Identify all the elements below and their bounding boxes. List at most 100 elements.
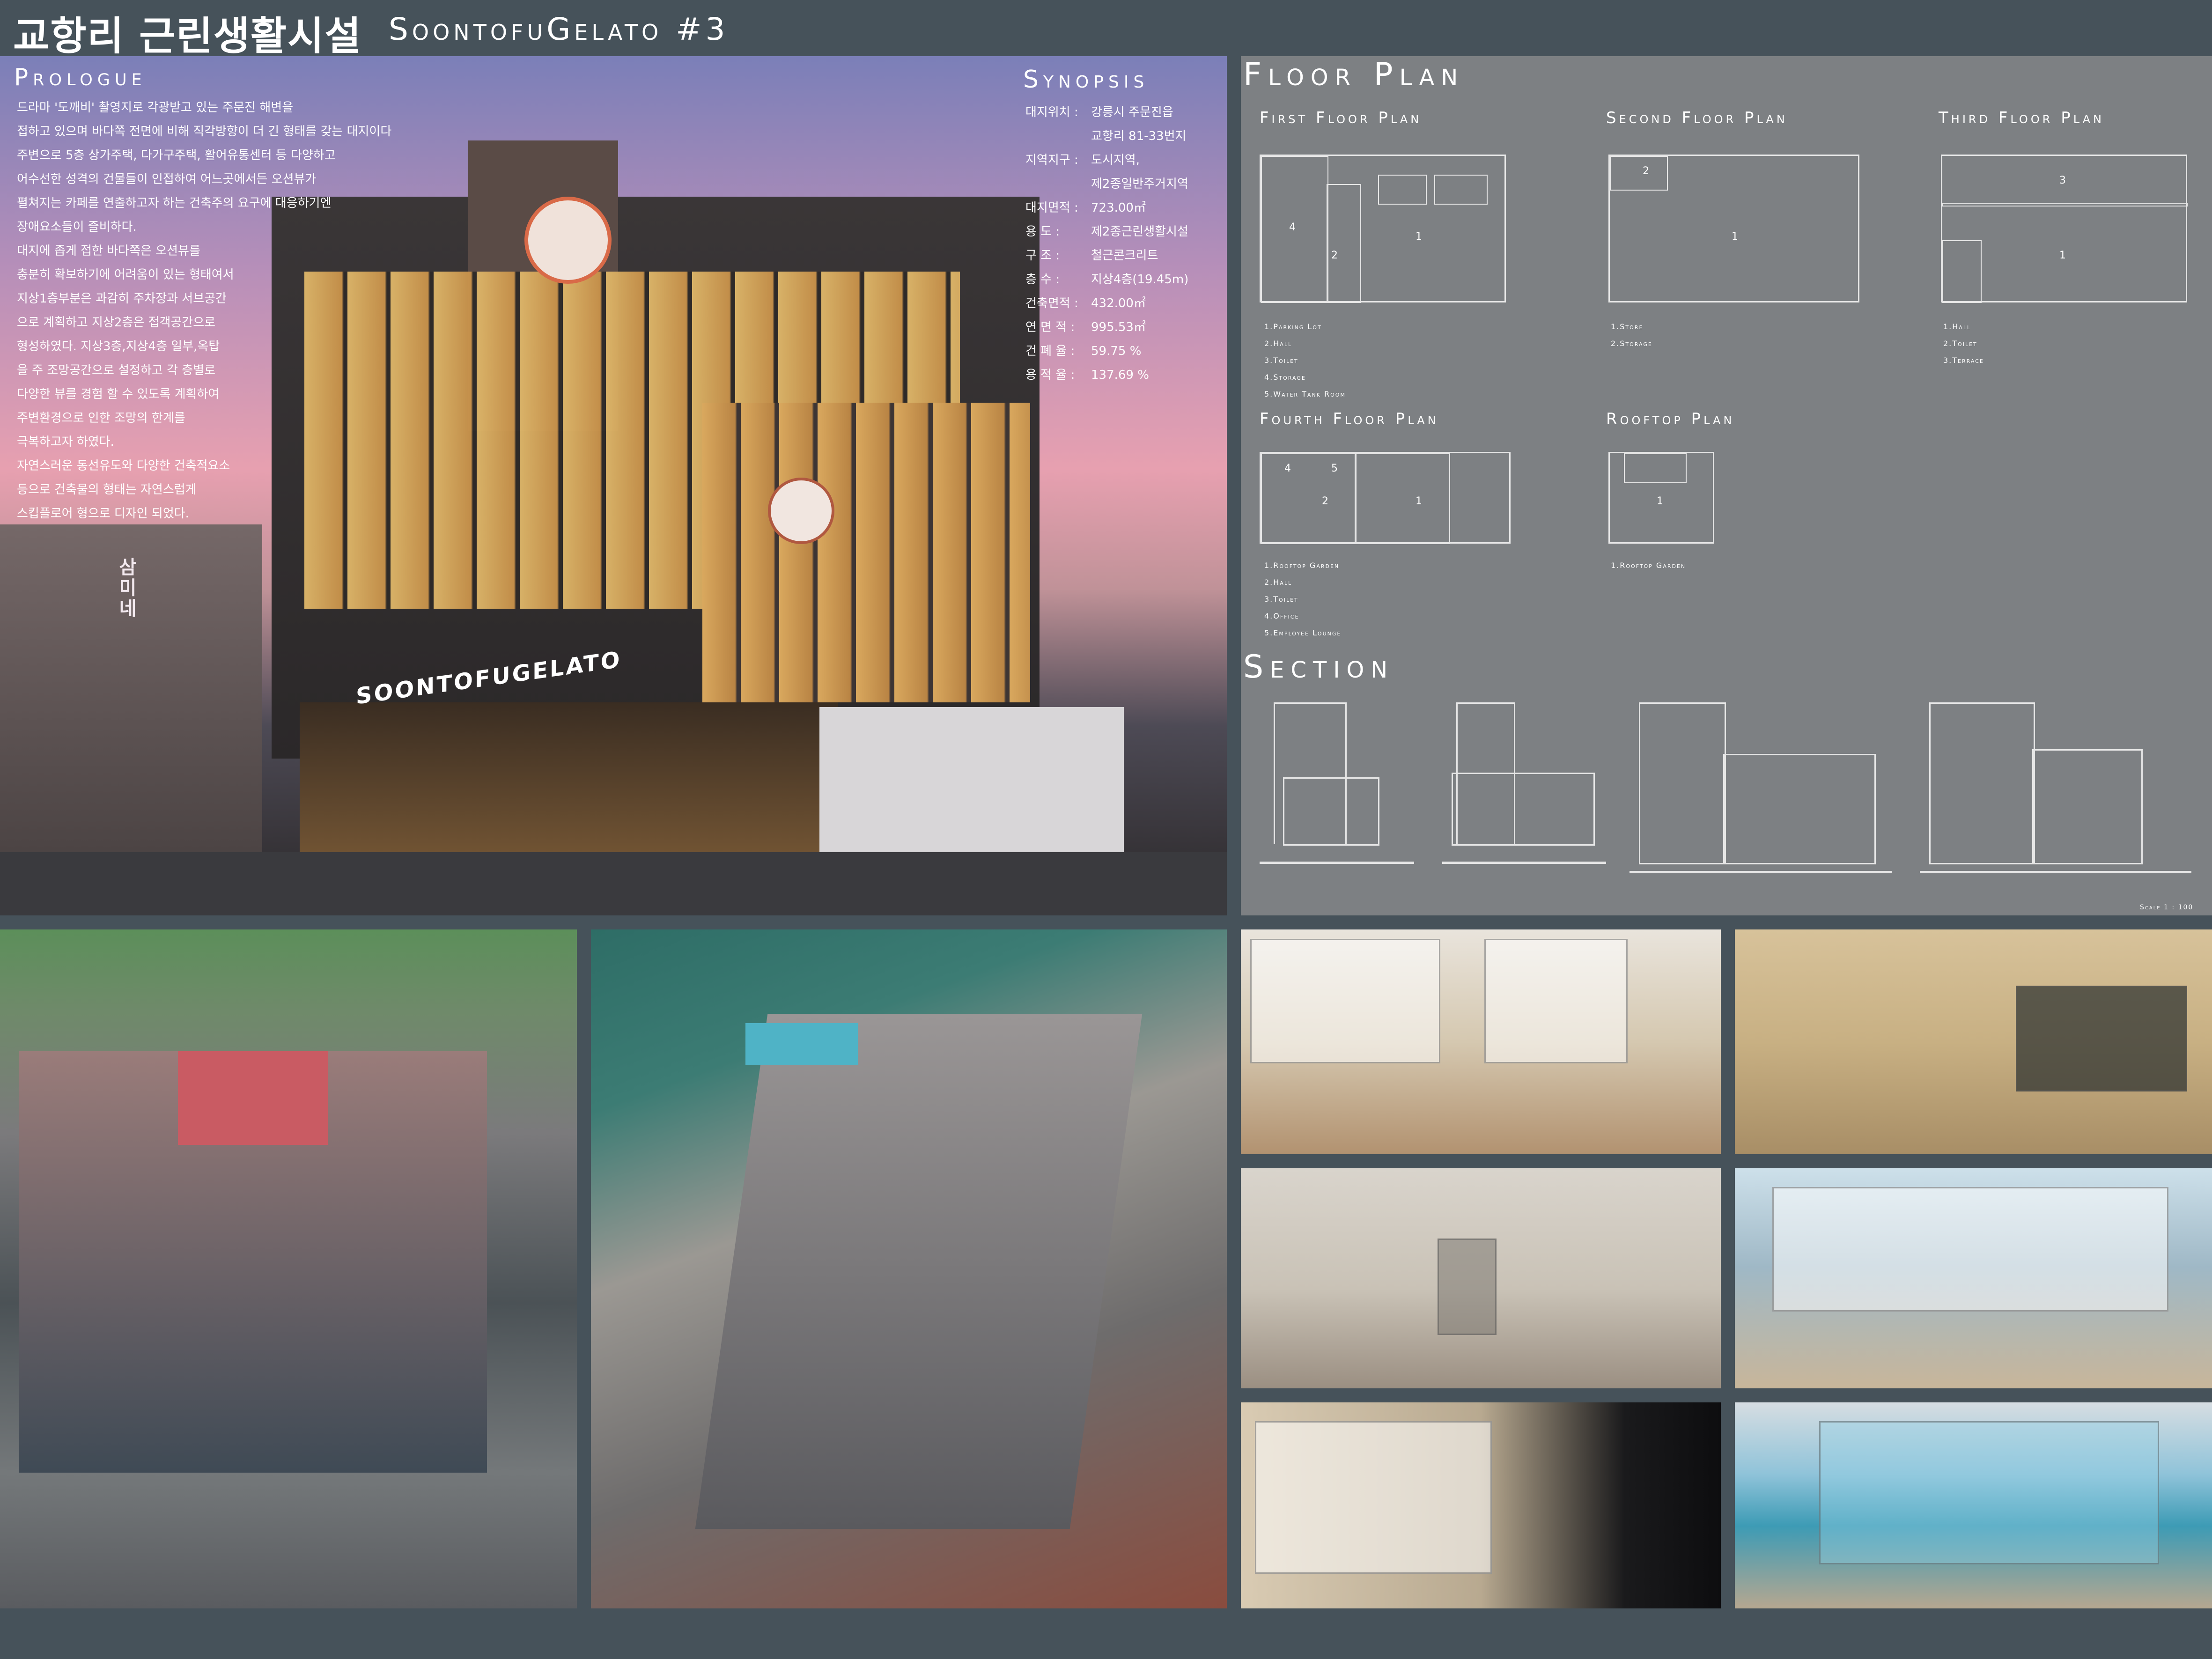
first-floor-title: First Floor Plan [1260, 109, 1422, 127]
synopsis-row: 구 조 : 철근콘크리트 [1025, 244, 1222, 268]
synopsis-key: 대지면적 : [1025, 201, 1078, 215]
synopsis-key: 층 수 : [1025, 273, 1060, 287]
synopsis-key [1025, 172, 1091, 196]
section-drawing [1452, 773, 1595, 846]
aerial-photo-top [591, 929, 1227, 1608]
fourth-floor-title: Fourth Floor Plan [1260, 410, 1439, 428]
plan-room [1327, 184, 1361, 303]
synopsis-key: 건축면적 : [1025, 296, 1078, 310]
legend-item: 2.Storage [1611, 339, 1652, 348]
prologue-line: 어수선한 성격의 건물들이 인접하여 어느곳에서든 오션뷰가 [17, 172, 317, 186]
synopsis-key: 용 도 : [1025, 225, 1060, 239]
prologue-line: 으로 계획하고 지상2층은 접객공간으로 [17, 316, 216, 330]
synopsis-key: 대지위치 : [1025, 105, 1078, 119]
third-floor-legend: 1.Hall 2.Toilet 3.Terrace [1943, 318, 1984, 369]
floor-plan-heading: Floor Plan [1243, 56, 1465, 93]
legend-item: 4.Storage [1264, 373, 1306, 382]
synopsis-row: 대지위치 : 강릉시 주문진읍 [1025, 101, 1222, 125]
legend-item: 3.Terrace [1943, 356, 1984, 365]
prologue-line: 주변환경으로 인한 조망의 한계를 [17, 411, 185, 425]
prologue-line: 극복하고자 하였다. [17, 435, 114, 449]
prologue-line: 형성하였다. 지상3층,지상4층 일부,옥탑 [17, 339, 220, 354]
plan-room [1434, 175, 1488, 205]
legend-item: 1.Parking Lot [1264, 322, 1322, 331]
prologue-line: 을 주 조망공간으로 설정하고 각 층별로 [17, 363, 216, 377]
legend-item: 4.Office [1264, 612, 1299, 620]
synopsis-key: 건 폐 율 : [1025, 344, 1075, 358]
prologue-line: 등으로 건축물의 형태는 자연스럽게 [17, 483, 197, 497]
synopsis-row: 대지면적 : 723.00㎡ [1025, 196, 1222, 220]
synopsis-value: 137.69 % [1091, 368, 1149, 382]
legend-item: 1.Hall [1943, 322, 1971, 331]
legend-item: 2.Hall [1264, 339, 1292, 348]
plan-room [1261, 453, 1357, 544]
street [0, 852, 1227, 915]
prologue-line: 드라마 '도깨비' 촬영지로 각광받고 있는 주문진 해변을 [17, 101, 294, 115]
page-subtitle: SoontofuGelato #3 [389, 11, 729, 47]
rooftop-legend: 1.Rooftop Garden [1611, 557, 1686, 574]
rooftop-title: Rooftop Plan [1606, 410, 1735, 428]
synopsis-table: 대지위치 : 강릉시 주문진읍 교항리 81-33번지 지역지구 : 도시지역, 제… [1025, 101, 1222, 387]
section-heading: Section [1243, 649, 1394, 686]
rooftop-plan: 1 [1608, 452, 1714, 544]
plan-room [1942, 203, 2188, 206]
synopsis-value: 지상4층(19.45m) [1091, 273, 1189, 287]
third-floor-title: Third Floor Plan [1939, 109, 2104, 127]
interior-photo-ocean-view [1735, 1168, 2212, 1388]
first-floor-plan: 4 2 1 [1260, 155, 1506, 303]
interior-photo-store [1735, 929, 2212, 1154]
section-ground [1442, 862, 1606, 864]
legend-item: 1.Rooftop Garden [1611, 561, 1686, 570]
legend-item: 3.Toilet [1264, 595, 1298, 604]
synopsis-value: 교항리 81-33번지 [1091, 129, 1187, 143]
synopsis-value: 723.00㎡ [1091, 201, 1146, 215]
second-floor-title: Second Floor Plan [1606, 109, 1788, 127]
prologue-line: 접하고 있으며 바다쪽 전면에 비해 직각방향이 더 긴 형태를 갖는 대지이다 [17, 125, 392, 139]
synopsis-row: 건 폐 율 : 59.75 % [1025, 339, 1222, 363]
synopsis-value: 995.53㎡ [1091, 320, 1146, 334]
synopsis-value: 철근콘크리트 [1091, 249, 1158, 263]
second-floor-legend: 1.Store 2.Storage [1611, 318, 1652, 352]
synopsis-value: 제2종일반주거지역 [1091, 177, 1188, 191]
plan-room [1355, 453, 1450, 544]
legend-item: 2.Hall [1264, 578, 1292, 587]
fourth-floor-plan: 4 5 2 1 [1260, 452, 1511, 544]
prologue-line: 주변으로 5층 상가주택, 다가구주택, 활어유통센터 등 다양하고 [17, 148, 336, 162]
synopsis-row: 층 수 : 지상4층(19.45m) [1025, 268, 1222, 292]
plan-room [1378, 175, 1427, 205]
synopsis-row: 연 면 적 : 995.53㎡ [1025, 316, 1222, 339]
round-logo-sign-small [768, 478, 834, 544]
synopsis-row: 용 적 율 : 137.69 % [1025, 363, 1222, 387]
section-drawing [1283, 777, 1379, 846]
prologue-line: 충분히 확보하기에 어려움이 있는 형태여서 [17, 268, 234, 282]
rooftop-pool [745, 1023, 858, 1065]
synopsis-value: 432.00㎡ [1091, 296, 1146, 310]
plan-room [1942, 240, 1982, 303]
fourth-floor-legend: 1.Rooftop Garden 2.Hall 3.Toilet 4.Offic… [1264, 557, 1341, 641]
section-ground [1920, 871, 2191, 873]
rooftop-umbrellas [178, 1051, 328, 1145]
legend-item: 2.Toilet [1943, 339, 1977, 348]
drawing-scale: Scale 1 : 100 [2140, 904, 2194, 911]
synopsis-row: 지역지구 : 도시지역, [1025, 148, 1222, 172]
legend-item: 1.Store [1611, 322, 1644, 331]
round-logo-sign [524, 197, 612, 284]
prologue-line: 장애요소들이 즐비하다. [17, 220, 137, 234]
page-title: 교항리 근린생활시설 [13, 13, 362, 59]
prologue-line: 지상1층부분은 과감히 주차장과 서브공간 [17, 292, 227, 306]
plan-room [1624, 453, 1687, 483]
third-floor-plan: 3 1 [1941, 155, 2188, 303]
aerial-photo-front [0, 929, 577, 1608]
plan-room [1610, 156, 1668, 191]
prologue-text: 드라마 '도깨비' 촬영지로 각광받고 있는 주문진 해변을 접하고 있으며 바… [17, 96, 485, 526]
first-floor-legend: 1.Parking Lot 2.Hall 3.Toilet 4.Storage … [1264, 318, 1346, 403]
section-ground [1630, 871, 1892, 873]
legend-item: 5.Water Tank Room [1264, 390, 1346, 398]
prologue-line: 다양한 뷰를 경험 할 수 있도록 계획하여 [17, 387, 220, 401]
synopsis-value: 도시지역, [1091, 153, 1140, 167]
legend-item: 1.Rooftop Garden [1264, 561, 1340, 570]
section-drawing [1639, 702, 1726, 864]
interior-photo-night-terrace [1241, 1402, 1721, 1608]
synopsis-row: 교항리 81-33번지 [1025, 125, 1222, 148]
synopsis-value: 강릉시 주문진읍 [1091, 105, 1173, 119]
